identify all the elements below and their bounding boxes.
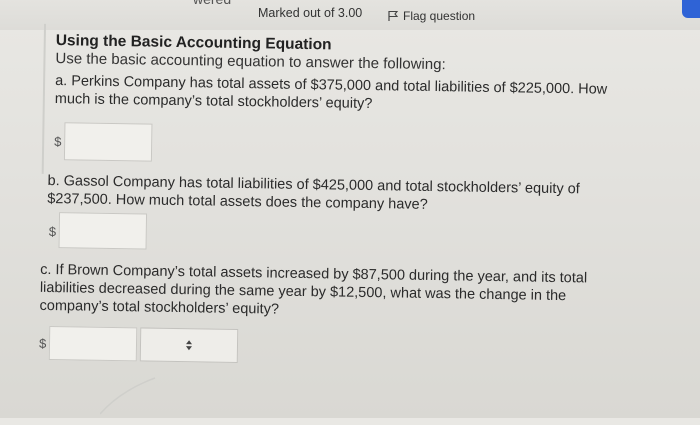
divider (41, 23, 47, 174)
question-content: Using the Basic Accounting Equation Use … (39, 23, 652, 425)
change-direction-select[interactable] (139, 327, 239, 363)
currency-symbol: $ (48, 223, 57, 240)
part-c-text: c. If Brown Company’s total assets incre… (39, 261, 588, 318)
decorative-curve (100, 377, 156, 415)
currency-symbol: $ (54, 134, 62, 150)
question-header: wered Marked out of 3.00 Flag question (0, 0, 700, 30)
answer-input-a[interactable] (63, 122, 153, 162)
up-down-arrows-icon (185, 340, 193, 351)
flag-question-label: Flag question (403, 9, 476, 23)
header-accent (682, 0, 700, 18)
question-instruction: Use the basic accounting equation to ans… (55, 50, 446, 74)
flag-question-button[interactable]: Flag question (387, 9, 475, 23)
currency-symbol: $ (38, 335, 47, 351)
flag-icon (388, 10, 399, 21)
part-b-text: b. Gassol Company has total liabilities … (47, 172, 580, 213)
marks-label: Marked out of 3.00 (258, 6, 363, 20)
part-a-text: a. Perkins Company has total assets of $… (54, 73, 608, 113)
answer-input-c[interactable] (48, 325, 138, 362)
status-text: wered (193, 0, 231, 7)
answer-input-b[interactable] (58, 212, 148, 250)
